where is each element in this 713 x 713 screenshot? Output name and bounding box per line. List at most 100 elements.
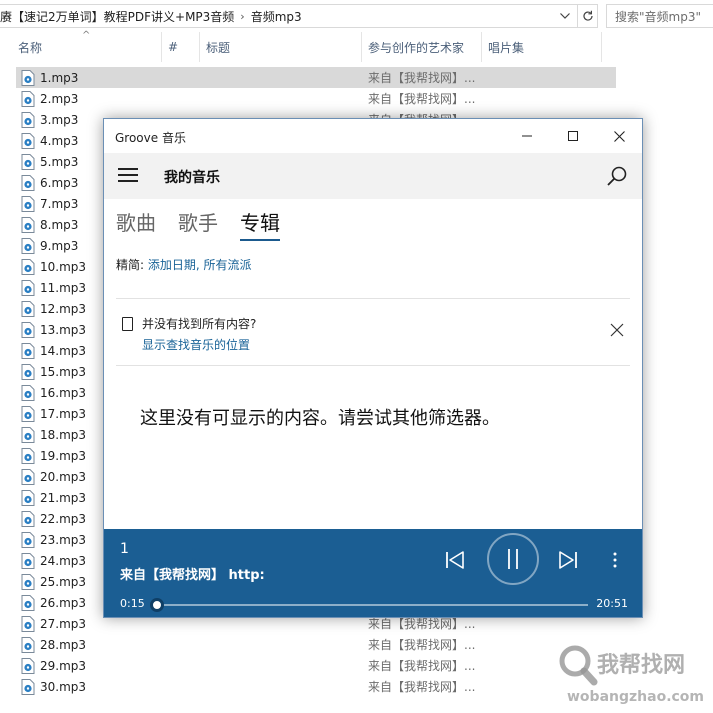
audio-file-icon: [21, 405, 35, 422]
window-title: Groove 音乐: [115, 131, 186, 145]
chevron-down-icon[interactable]: [557, 8, 573, 24]
audio-file-icon: [21, 111, 35, 128]
file-name: 3.mp3: [40, 112, 79, 127]
audio-file-icon: [21, 468, 35, 485]
now-playing-bar: 1 来自【我帮找网】 http: 0:15 20:51: [104, 529, 642, 617]
refresh-button[interactable]: [578, 4, 598, 28]
empty-state-message: 这里没有可显示的内容。请尝试其他筛选器。: [140, 408, 500, 429]
file-artist: 来自【我帮找网】...: [368, 680, 476, 694]
total-time: 20:51: [596, 597, 628, 610]
file-name: 27.mp3: [40, 616, 87, 631]
filter-bar: 精简: 添加日期, 所有流派: [116, 256, 252, 273]
file-row[interactable]: 1.mp3 来自【我帮找网】...: [16, 67, 616, 88]
file-artist: 来自【我帮找网】...: [368, 638, 476, 652]
next-track-icon[interactable]: [557, 549, 579, 571]
magnifier-logo-icon: [559, 645, 598, 686]
file-name: 21.mp3: [40, 490, 87, 505]
more-options-icon[interactable]: [610, 549, 620, 571]
column-album[interactable]: 唱片集: [482, 32, 602, 62]
file-name: 30.mp3: [40, 679, 87, 694]
file-name: 26.mp3: [40, 595, 87, 610]
audio-file-icon: [21, 615, 35, 632]
breadcrumb[interactable]: 赓【速记2万单词】教程PDF讲义+MP3音频 › 音频mp3: [0, 4, 578, 28]
audio-file-icon: [21, 594, 35, 611]
file-name: 23.mp3: [40, 532, 87, 547]
file-name: 9.mp3: [40, 238, 79, 253]
file-name: 2.mp3: [40, 91, 79, 106]
address-bar: 赓【速记2万单词】教程PDF讲义+MP3音频 › 音频mp3 搜索"音频mp3": [0, 0, 713, 32]
tab-artists[interactable]: 歌手: [178, 207, 218, 239]
file-name: 29.mp3: [40, 658, 87, 673]
track-title[interactable]: 1: [120, 541, 129, 557]
seek-bar-thumb[interactable]: [150, 598, 165, 612]
watermark: 我帮找网 wobangzhao.com: [555, 643, 713, 713]
audio-file-icon: [21, 153, 35, 170]
file-name: 20.mp3: [40, 469, 87, 484]
file-row[interactable]: 28.mp3 来自【我帮找网】...: [16, 634, 616, 655]
audio-file-icon: [21, 195, 35, 212]
file-name: 16.mp3: [40, 385, 87, 400]
dismiss-notice-icon[interactable]: [610, 323, 624, 337]
file-name: 7.mp3: [40, 196, 79, 211]
audio-file-icon: [21, 552, 35, 569]
audio-file-icon: [21, 216, 35, 233]
audio-file-icon: [21, 321, 35, 338]
maximize-button[interactable]: [550, 119, 596, 153]
close-button[interactable]: [596, 119, 642, 153]
file-name: 10.mp3: [40, 259, 87, 274]
filter-label: 精简:: [116, 258, 148, 272]
pause-button[interactable]: [487, 533, 539, 585]
previous-track-icon[interactable]: [444, 549, 466, 571]
audio-file-icon: [21, 573, 35, 590]
watermark-cn: 我帮找网: [597, 653, 686, 678]
audio-file-icon: [21, 657, 35, 674]
file-row[interactable]: 2.mp3 来自【我帮找网】...: [16, 88, 616, 109]
breadcrumb-item-current[interactable]: 音频mp3: [251, 8, 302, 25]
file-name: 6.mp3: [40, 175, 79, 190]
audio-file-icon: [21, 678, 35, 695]
search-icon[interactable]: [606, 165, 628, 187]
file-name: 17.mp3: [40, 406, 87, 421]
search-input[interactable]: 搜索"音频mp3": [606, 4, 713, 28]
current-time: 0:15: [120, 597, 145, 610]
minimize-button[interactable]: [504, 119, 550, 153]
file-name: 11.mp3: [40, 280, 87, 295]
column-artist[interactable]: 参与创作的艺术家: [362, 32, 482, 62]
breadcrumb-item-folder[interactable]: 赓【速记2万单词】教程PDF讲义+MP3音频: [0, 8, 234, 25]
close-icon: [613, 130, 625, 142]
audio-file-icon: [21, 363, 35, 380]
audio-file-icon: [21, 174, 35, 191]
app-header: 我的音乐: [104, 153, 642, 199]
audio-file-icon: [21, 636, 35, 653]
minimize-icon: [522, 135, 532, 137]
column-name[interactable]: 名称: [12, 32, 162, 62]
seek-bar[interactable]: [150, 598, 588, 612]
track-artist[interactable]: 来自【我帮找网】 http:: [120, 564, 265, 583]
tab-songs[interactable]: 歌曲: [116, 207, 156, 239]
file-row[interactable]: 29.mp3 来自【我帮找网】...: [16, 655, 616, 676]
hamburger-menu-icon[interactable]: [118, 168, 138, 184]
tablet-icon: [122, 317, 133, 331]
missing-content-notice: 并没有找到所有内容? 显示查找音乐的位置: [116, 298, 630, 366]
show-music-locations-link[interactable]: 显示查找音乐的位置: [142, 336, 250, 353]
maximize-icon: [568, 131, 578, 141]
file-name: 15.mp3: [40, 364, 87, 379]
filter-link[interactable]: 添加日期, 所有流派: [148, 258, 252, 272]
file-name: 1.mp3: [40, 70, 79, 85]
file-name: 24.mp3: [40, 553, 87, 568]
groove-window: Groove 音乐 我的音乐 歌曲 歌手 专辑 精简: 添加日期, 所有流派 并…: [103, 118, 643, 618]
file-artist: 来自【我帮找网】...: [368, 71, 476, 85]
file-row[interactable]: 30.mp3 来自【我帮找网】...: [16, 676, 616, 697]
breadcrumb-separator-icon: ›: [240, 9, 245, 23]
column-header: ^ 名称 # 标题 参与创作的艺术家 唱片集: [0, 30, 713, 62]
audio-file-icon: [21, 279, 35, 296]
column-title[interactable]: 标题: [200, 32, 362, 62]
file-name: 12.mp3: [40, 301, 87, 316]
column-number[interactable]: #: [162, 32, 200, 62]
file-name: 14.mp3: [40, 343, 87, 358]
tab-bar: 歌曲 歌手 专辑: [116, 207, 302, 241]
audio-file-icon: [21, 132, 35, 149]
tab-albums[interactable]: 专辑: [240, 207, 280, 241]
audio-file-icon: [21, 447, 35, 464]
file-name: 18.mp3: [40, 427, 87, 442]
